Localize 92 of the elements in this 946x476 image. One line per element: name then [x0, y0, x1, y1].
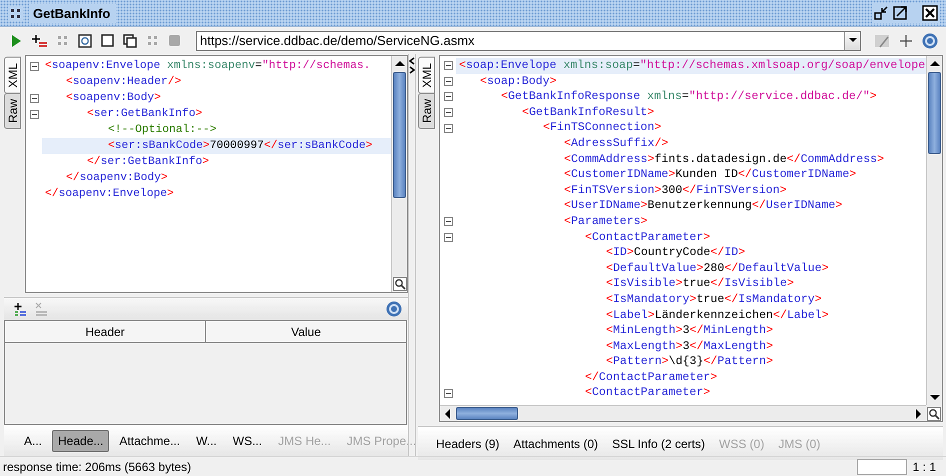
add-row-icon[interactable]: [14, 302, 27, 316]
collapse-icon[interactable]: [444, 108, 452, 118]
scrollbar-thumb[interactable]: [928, 72, 941, 154]
vertical-scrollbar[interactable]: [391, 56, 407, 292]
view-tab[interactable]: Raw: [4, 92, 21, 129]
code-line: <Parameters>: [564, 214, 648, 230]
right-arrow-icon[interactable]: [916, 408, 922, 418]
code-line: <ser:sBankCode>70000997</ser:sBankCode>: [108, 138, 372, 154]
tab[interactable]: Attachme...: [113, 430, 186, 452]
view-tab[interactable]: XML: [4, 57, 21, 94]
code-line: <GetBankInfoResult>: [522, 104, 654, 120]
code-line: <UserIDName>Benutzerkennung</UserIDName>: [564, 198, 842, 214]
code-line: <soapenv:Header/>: [66, 74, 182, 90]
collapse-icon[interactable]: [444, 124, 452, 133]
collapse-icon[interactable]: [444, 92, 452, 102]
up-arrow-icon[interactable]: [930, 60, 940, 66]
view-tab[interactable]: Raw: [418, 92, 435, 129]
refresh-square-icon[interactable]: [78, 34, 92, 48]
maximize-icon[interactable]: [893, 5, 908, 20]
code-line: <Pattern>\d{3}</Pattern>: [606, 354, 774, 370]
code-line: <MaxLength>3</MaxLength>: [606, 338, 774, 354]
magnifier-icon[interactable]: [927, 407, 941, 421]
dots-icon[interactable]: [146, 34, 159, 47]
scrollbar-thumb[interactable]: [393, 72, 406, 198]
code-line: <IsMandatory>true</IsMandatory>: [606, 292, 822, 308]
code-line: <Label>Länderkennzeichen</Label>: [606, 308, 829, 324]
magnifier-icon[interactable]: [392, 277, 406, 291]
code-line: <soapenv:Envelope xmlns:soapenv="http://schemas.: [45, 58, 370, 74]
vertical-scrollbar[interactable]: [926, 56, 942, 405]
code-line: <GetBankInfoResponse xmlns="http://service.ddbac.de/">: [501, 89, 877, 105]
code-line: <ID>CountryCode</ID>: [606, 245, 746, 261]
status-text: response time: 206ms (5663 bytes): [3, 460, 192, 474]
view-tab[interactable]: XML: [418, 57, 435, 94]
collapse-icon[interactable]: [444, 61, 452, 70]
down-arrow-icon[interactable]: [930, 394, 940, 400]
up-arrow-icon[interactable]: [394, 60, 404, 66]
code-line: <!--Optional:-->: [108, 122, 216, 138]
tile-icon[interactable]: [874, 32, 890, 48]
code-line: </ContactParameter>: [585, 370, 718, 386]
collapse-icon[interactable]: [30, 62, 38, 70]
collapse-icon[interactable]: [444, 76, 452, 86]
two-squares-icon[interactable]: [123, 34, 137, 48]
collapse-icon[interactable]: [444, 217, 452, 226]
tab[interactable]: W...: [190, 430, 223, 452]
dots-icon[interactable]: [56, 34, 69, 47]
code-line: <soapenv:Body>: [66, 90, 161, 106]
help-icon[interactable]: [386, 301, 402, 317]
tab[interactable]: Headers (9): [430, 432, 506, 454]
code-line: <FinTSConnection>: [543, 120, 662, 136]
collapse-icon[interactable]: [30, 110, 38, 118]
minimize-icon[interactable]: [874, 5, 889, 20]
tab[interactable]: A...: [18, 430, 48, 452]
plus-list-icon[interactable]: [31, 34, 47, 48]
code-line: <MinLength>3</MinLength>: [606, 323, 774, 339]
code-line: <DefaultValue>280</DefaultValue>: [606, 260, 829, 276]
square-icon[interactable]: [101, 34, 114, 47]
collapse-icon[interactable]: [444, 388, 452, 398]
window-title: GetBankInfo: [29, 4, 116, 22]
code-line: <ContactParameter>: [585, 230, 710, 246]
cursor-position: 1 : 1: [912, 460, 936, 474]
code-line: <AdressSuffix/>: [564, 136, 668, 152]
endpoint-combo[interactable]: https://service.ddbac.de/demo/ServiceNG.asmx: [196, 30, 861, 50]
code-line: </ser:GetBankInfo>: [87, 154, 210, 170]
caret-icon: [848, 38, 856, 43]
scrollbar-thumb[interactable]: [456, 407, 518, 420]
code-line: <ser:GetBankInfo>: [87, 106, 202, 122]
tab[interactable]: Heade...: [52, 430, 110, 452]
code-line: <CustomerIDName>Kunden ID</CustomerIDName>: [564, 167, 856, 183]
code-line: </soapenv:Body>: [66, 170, 168, 186]
code-line: <CommAddress>fints.datadesign.de</CommAddress>: [564, 152, 884, 168]
tab[interactable]: WS...: [226, 430, 268, 452]
code-line: </soapenv:Envelope>: [45, 186, 174, 202]
play-icon[interactable]: [10, 34, 22, 48]
tab[interactable]: SSL Info (2 certs): [606, 432, 711, 454]
tab[interactable]: Attachments (0): [507, 432, 604, 454]
code-line: <soap:Envelope xmlns:soap="http://schemas.xmlsoap.org/soap/envelope: [459, 58, 926, 74]
help-icon[interactable]: [922, 32, 938, 48]
column-header[interactable]: Header: [5, 321, 206, 342]
left-arrow-icon[interactable]: [444, 408, 450, 418]
collapse-icon[interactable]: [30, 94, 38, 102]
code-line: <IsVisible>true</IsVisible>: [606, 276, 794, 292]
collapse-icon[interactable]: [444, 232, 452, 242]
chevrons-icon[interactable]: [409, 57, 415, 74]
code-line: <ContactParameter>: [585, 385, 710, 402]
close-icon[interactable]: [922, 5, 938, 21]
dots-icon: [10, 8, 21, 18]
status-field: [856, 458, 907, 474]
plus-icon[interactable]: [899, 34, 913, 48]
column-header[interactable]: Value: [206, 321, 406, 342]
horizontal-scrollbar[interactable]: [440, 405, 926, 421]
code-line: <FinTSVersion>300</FinTSVersion>: [564, 182, 787, 198]
code-line: <soap:Body>: [480, 74, 557, 90]
